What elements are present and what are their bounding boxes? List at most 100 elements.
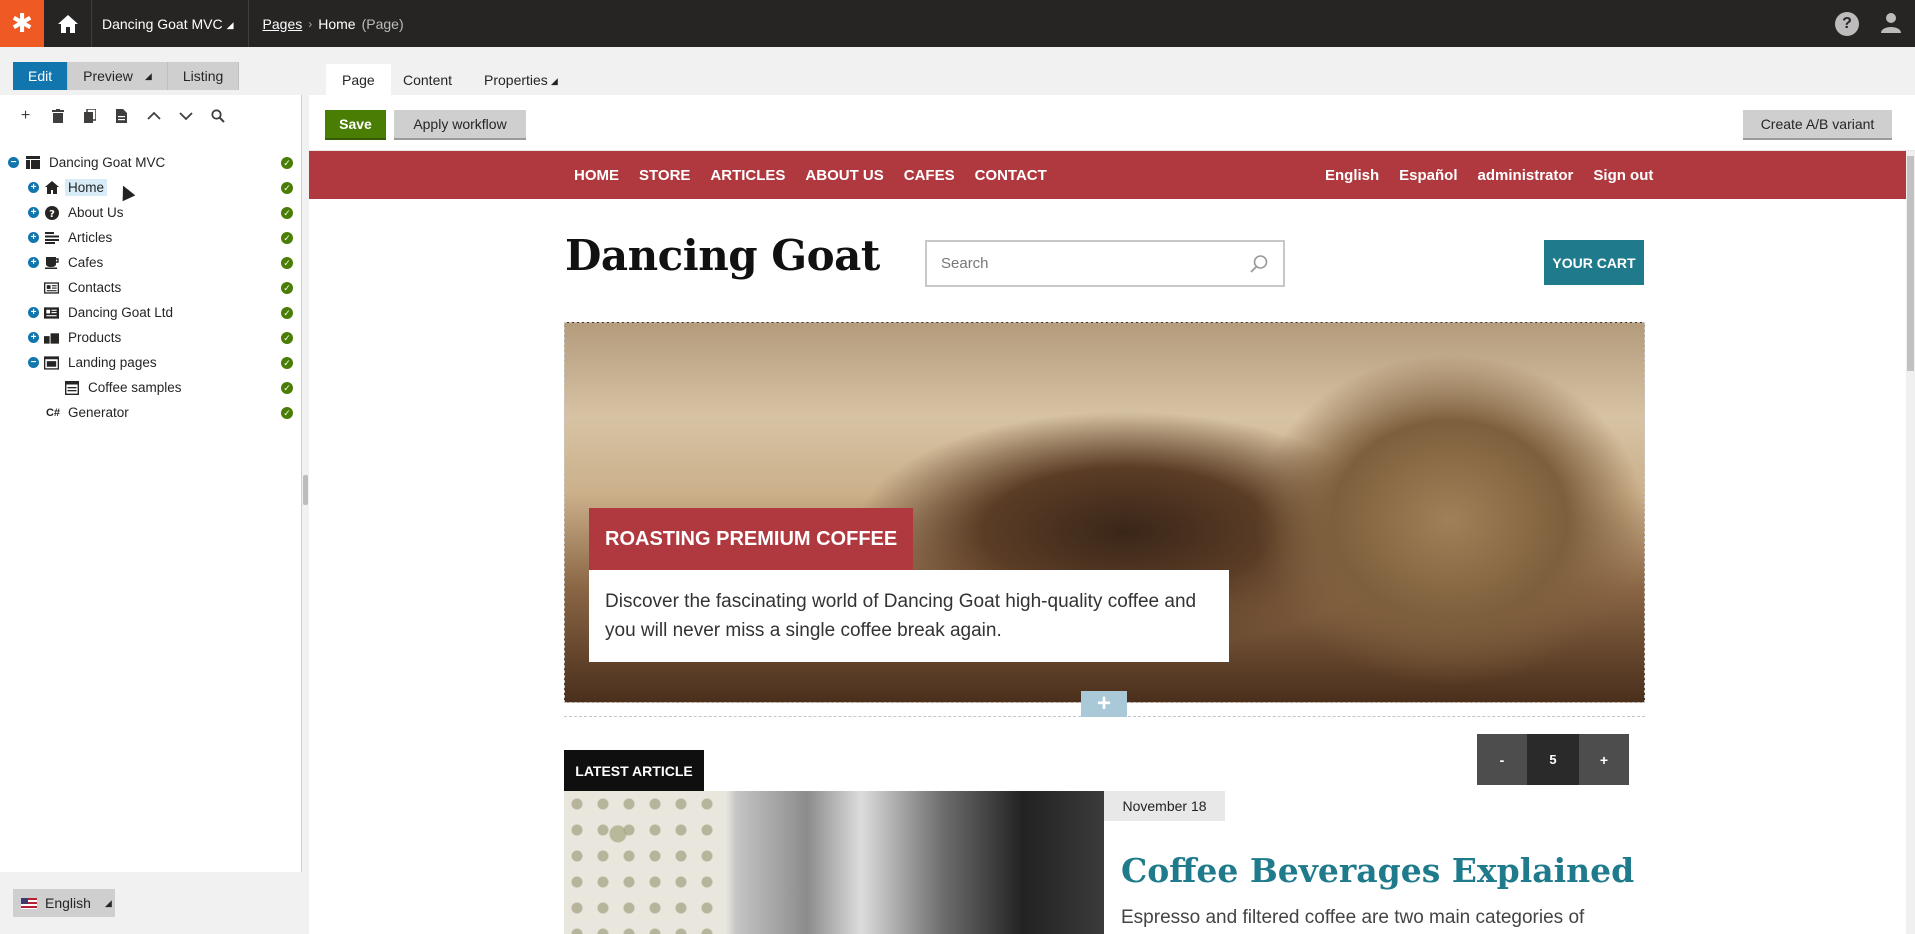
tree-node-label: Coffee samples <box>88 380 182 395</box>
nav-store-link[interactable]: STORE <box>639 167 690 184</box>
published-icon: ✓ <box>281 231 293 244</box>
decrement-button[interactable]: - <box>1477 734 1527 785</box>
mode-bar: Edit Preview ◢ Listing <box>0 47 302 95</box>
tree-node-cafes[interactable]: + Cafes ✓ <box>0 250 302 275</box>
layout-icon <box>44 355 59 370</box>
search-placeholder: Search <box>941 255 989 272</box>
published-icon: ✓ <box>281 306 293 319</box>
splitter-grip-icon[interactable] <box>303 475 308 505</box>
coffee-cup-icon <box>44 255 59 270</box>
published-icon: ✓ <box>281 256 293 269</box>
preview-mode-button[interactable]: Preview ◢ <box>68 62 168 90</box>
section-icon <box>64 380 79 395</box>
tree-node-label: Contacts <box>68 280 122 295</box>
site-brand[interactable]: Dancing Goat <box>565 231 880 280</box>
tree-node-coffee-samples[interactable]: Coffee samples ✓ <box>0 375 302 400</box>
culture-selector[interactable]: English ◢ <box>13 889 115 917</box>
scrollbar-thumb[interactable] <box>1907 156 1914 371</box>
breadcrumb: Pages › Home (Page) <box>263 16 404 32</box>
expand-icon[interactable]: + <box>28 332 39 343</box>
editor-tabs: Page Content Properties ◢ <box>309 47 1915 95</box>
increment-button[interactable]: + <box>1579 734 1629 785</box>
tree-node-home[interactable]: + Home ✓ <box>0 175 302 200</box>
delete-icon[interactable] <box>50 107 65 125</box>
tab-page[interactable]: Page <box>326 64 391 95</box>
tree-node-landing-pages[interactable]: − Landing pages ✓ <box>0 350 302 375</box>
article-image[interactable] <box>564 791 1104 934</box>
page-toolbar: Save Apply workflow Create A/B variant <box>309 95 1915 151</box>
document-icon[interactable] <box>114 107 129 125</box>
home-icon[interactable] <box>44 0 92 47</box>
tab-properties-label: Properties <box>484 71 548 88</box>
expand-icon[interactable]: + <box>28 207 39 218</box>
article-title[interactable]: Coffee Beverages Explained <box>1121 851 1634 890</box>
copy-icon[interactable] <box>82 107 97 125</box>
published-icon: ✓ <box>281 281 293 294</box>
site-main-menu: HOME STORE ARTICLES ABOUT US CAFES CONTA… <box>574 151 1047 199</box>
tree-node-label: About Us <box>68 205 124 220</box>
nav-about-link[interactable]: ABOUT US <box>805 167 883 184</box>
svg-text:?: ? <box>49 209 55 220</box>
site-user-menu: English Español administrator Sign out <box>1325 151 1653 199</box>
breadcrumb-pages-link[interactable]: Pages <box>263 16 303 32</box>
us-flag-icon <box>21 897 37 909</box>
apply-workflow-button[interactable]: Apply workflow <box>394 110 526 140</box>
preview-scrollbar[interactable] <box>1906 151 1915 934</box>
tree-node-about-us[interactable]: + ? About Us ✓ <box>0 200 302 225</box>
culture-bar: English ◢ <box>0 872 302 934</box>
tree-node-articles[interactable]: + Articles ✓ <box>0 225 302 250</box>
published-icon: ✓ <box>281 206 293 219</box>
app-header: ✱ Dancing Goat MVC ◢ Pages › Home (Page)… <box>0 0 1915 47</box>
article-count-stepper: - 5 + <box>1477 734 1629 785</box>
culture-label: English <box>45 895 91 911</box>
your-cart-button[interactable]: YOUR CART <box>1544 240 1644 285</box>
collapse-icon[interactable]: − <box>28 357 39 368</box>
published-icon: ✓ <box>281 156 293 169</box>
help-icon[interactable]: ? <box>1835 11 1859 36</box>
nav-cafes-link[interactable]: CAFES <box>904 167 955 184</box>
user-link[interactable]: administrator <box>1478 167 1574 184</box>
tree-node-dancing-goat-ltd[interactable]: + Dancing Goat Ltd ✓ <box>0 300 302 325</box>
tree-node-label: Home <box>65 179 108 196</box>
tree-node-label: Generator <box>68 405 129 420</box>
sign-out-link[interactable]: Sign out <box>1593 167 1653 184</box>
expand-icon[interactable]: + <box>28 307 39 318</box>
nav-contact-link[interactable]: CONTACT <box>975 167 1047 184</box>
site-selector[interactable]: Dancing Goat MVC ◢ <box>92 0 249 47</box>
add-icon[interactable]: + <box>18 107 33 125</box>
panel-splitter[interactable] <box>302 47 309 934</box>
user-icon[interactable] <box>1879 10 1903 37</box>
tree-node-products[interactable]: + Products ✓ <box>0 325 302 350</box>
site-search-input[interactable]: Search <box>925 240 1285 287</box>
caret-down-icon: ◢ <box>104 897 112 908</box>
article-summary: Espresso and filtered coffee are two mai… <box>1121 907 1585 928</box>
tree-node-label: Articles <box>68 230 113 245</box>
collapse-icon[interactable]: − <box>8 157 19 168</box>
move-down-icon[interactable] <box>178 107 193 125</box>
tree-node-root[interactable]: − Dancing Goat MVC ✓ <box>0 150 302 175</box>
tab-content[interactable]: Content <box>387 64 468 95</box>
nav-home-link[interactable]: HOME <box>574 167 619 184</box>
tree-node-label: Products <box>68 330 122 345</box>
tab-properties[interactable]: Properties ◢ <box>468 64 574 95</box>
kentico-logo-icon[interactable]: ✱ <box>0 0 44 47</box>
lang-spanish-link[interactable]: Español <box>1399 167 1457 184</box>
search-icon[interactable] <box>1249 254 1269 274</box>
article-date: November 18 <box>1104 791 1225 821</box>
breadcrumb-type: (Page) <box>361 15 404 32</box>
lang-english-link[interactable]: English <box>1325 167 1379 184</box>
expand-icon[interactable]: + <box>28 182 39 193</box>
expand-icon[interactable]: + <box>28 232 39 243</box>
save-button[interactable]: Save <box>325 110 386 140</box>
listing-mode-button[interactable]: Listing <box>167 62 240 90</box>
products-icon <box>44 330 59 345</box>
nav-articles-link[interactable]: ARTICLES <box>710 167 785 184</box>
create-ab-variant-button[interactable]: Create A/B variant <box>1743 110 1892 140</box>
add-widget-icon[interactable]: + <box>1081 690 1127 717</box>
tree-node-generator[interactable]: C# Generator ✓ <box>0 400 302 425</box>
move-up-icon[interactable] <box>146 107 161 125</box>
edit-mode-button[interactable]: Edit <box>13 62 69 90</box>
tree-node-contacts[interactable]: Contacts ✓ <box>0 275 302 300</box>
expand-icon[interactable]: + <box>28 257 39 268</box>
search-icon[interactable] <box>210 107 225 125</box>
